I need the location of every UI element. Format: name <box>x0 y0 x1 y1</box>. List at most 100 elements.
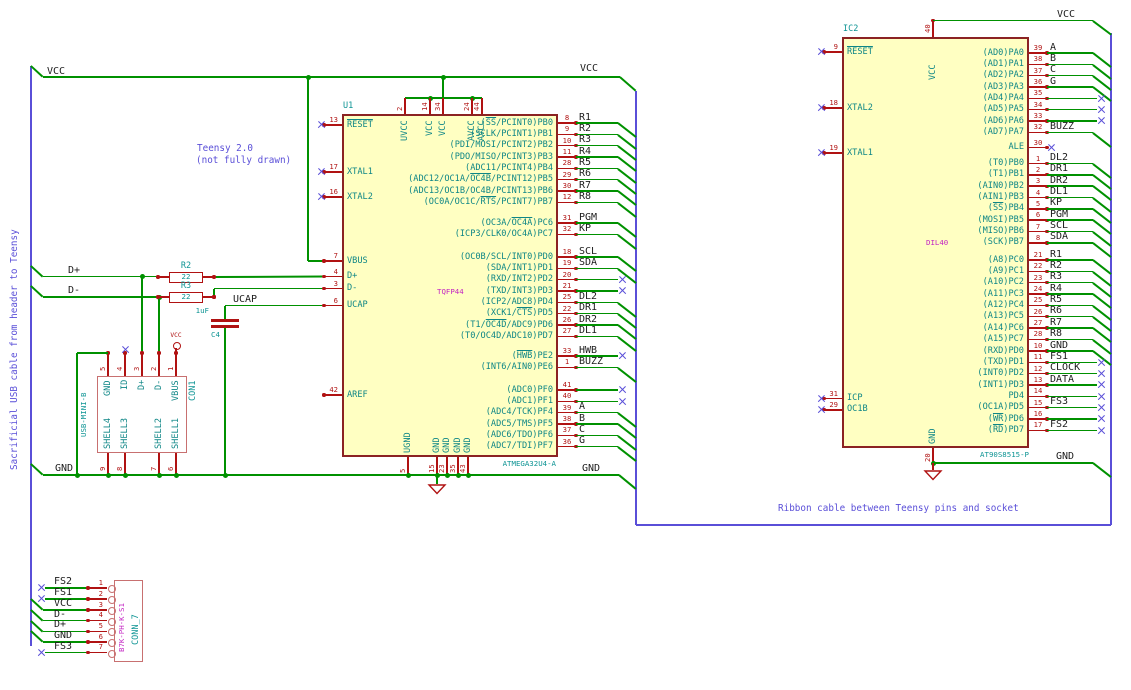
note-teensy-line1[interactable]: Teensy 2.0 <box>197 144 253 154</box>
resistor-value[interactable]: 22 <box>182 273 191 281</box>
conn7-reference[interactable]: CONN_7 <box>131 614 141 645</box>
wire[interactable] <box>576 201 618 204</box>
net-label-R5[interactable]: R5 <box>579 157 591 168</box>
net-label-R3[interactable]: R3 <box>579 135 591 145</box>
note-teensy-line2[interactable]: (not fully drawn) <box>196 156 291 166</box>
net-label-DL2[interactable]: DL2 <box>579 291 597 302</box>
net-label-GND[interactable]: GND <box>1056 452 1074 462</box>
net-label-VCC[interactable]: VCC <box>47 67 65 77</box>
wire[interactable] <box>576 233 618 236</box>
wire[interactable] <box>576 335 618 338</box>
wire[interactable] <box>76 353 78 475</box>
net-label-R8[interactable]: R8 <box>579 191 591 202</box>
net-label-FS3[interactable]: FS3 <box>54 641 72 652</box>
wire[interactable] <box>307 77 309 261</box>
net-label-HWB[interactable]: HWB <box>579 345 597 356</box>
capacitor-ref[interactable]: C4 <box>211 331 220 339</box>
net-label-VCC[interactable]: VCC <box>580 64 598 74</box>
net-label-DL2[interactable]: DL2 <box>1050 153 1068 163</box>
net-label-SDA[interactable]: SDA <box>579 257 597 268</box>
net-label-FS2[interactable]: FS2 <box>54 577 72 587</box>
ic2-footprint[interactable]: DIL40 <box>926 239 948 247</box>
net-label-SDA[interactable]: SDA <box>1050 232 1068 242</box>
wire[interactable] <box>576 389 618 391</box>
resistor-ref[interactable]: R2 <box>181 262 191 271</box>
wire[interactable] <box>1047 429 1097 432</box>
wire[interactable] <box>933 19 1093 22</box>
wire[interactable] <box>214 287 324 290</box>
wire[interactable] <box>1092 462 1112 478</box>
net-label-R2[interactable]: R2 <box>579 123 591 134</box>
wire[interactable] <box>158 297 160 353</box>
net-label-R7[interactable]: R7 <box>1050 317 1062 328</box>
resistor-ref[interactable]: R3 <box>181 282 191 291</box>
wire[interactable] <box>30 463 44 476</box>
net-label-PGM[interactable]: PGM <box>1050 209 1068 220</box>
bus-line[interactable] <box>636 523 1111 527</box>
wire[interactable] <box>1047 242 1093 244</box>
net-label-R6[interactable]: R6 <box>1050 306 1062 316</box>
net-label-DR1[interactable]: DR1 <box>579 303 597 313</box>
net-label-KP[interactable]: KP <box>579 223 591 234</box>
wire[interactable] <box>77 352 108 354</box>
wire[interactable] <box>576 366 618 369</box>
u1-value[interactable]: ATMEGA32U4-A <box>503 460 556 468</box>
wire[interactable] <box>1047 97 1097 100</box>
wire[interactable] <box>1047 384 1097 386</box>
net-label-B[interactable]: B <box>579 413 585 424</box>
ic2-reference[interactable]: IC2 <box>843 25 858 34</box>
wire[interactable] <box>30 65 44 78</box>
wire[interactable] <box>141 276 143 353</box>
net-label-D-[interactable]: D- <box>68 286 80 296</box>
wire[interactable] <box>1047 406 1097 409</box>
con1-value[interactable]: USB-MINI-B <box>79 393 88 438</box>
wire[interactable] <box>213 275 325 278</box>
wire[interactable] <box>617 366 637 382</box>
net-label-DR2[interactable]: DR2 <box>1050 175 1068 186</box>
wire[interactable] <box>1092 19 1112 35</box>
net-label-D+[interactable]: D+ <box>68 265 80 276</box>
net-label-A[interactable]: A <box>579 402 585 412</box>
wire[interactable] <box>224 328 226 475</box>
capacitor-value[interactable]: 1uF <box>196 307 209 315</box>
wire[interactable] <box>576 445 618 448</box>
wire[interactable] <box>43 474 619 476</box>
net-label-GND[interactable]: GND <box>54 631 72 641</box>
net-label-D+[interactable]: D+ <box>54 620 66 630</box>
net-label-FS1[interactable]: FS1 <box>54 588 72 598</box>
wire[interactable] <box>1047 86 1093 88</box>
wire[interactable] <box>1092 131 1112 147</box>
wire[interactable] <box>43 76 620 78</box>
conn7-value[interactable]: B7K-PH-K-S1 <box>117 603 126 652</box>
wire[interactable] <box>30 264 44 278</box>
net-label-D-[interactable]: D- <box>54 609 66 620</box>
net-label-GND[interactable]: GND <box>582 464 600 474</box>
net-label-SCL[interactable]: SCL <box>579 246 597 257</box>
wire[interactable] <box>442 77 444 98</box>
net-label-DR1[interactable]: DR1 <box>1050 164 1068 174</box>
net-label-DL1[interactable]: DL1 <box>579 325 597 336</box>
net-label-R1[interactable]: R1 <box>1050 249 1062 260</box>
net-label-GND[interactable]: GND <box>55 464 73 474</box>
bus-line[interactable] <box>1109 33 1113 525</box>
wire[interactable] <box>576 267 618 270</box>
wire[interactable] <box>1047 108 1097 111</box>
net-label-FS2[interactable]: FS2 <box>1050 419 1068 430</box>
net-label-R6[interactable]: R6 <box>579 169 591 179</box>
note-ribbon-cable[interactable]: Ribbon cable between Teensy pins and soc… <box>778 504 1019 514</box>
net-label-PGM[interactable]: PGM <box>579 212 597 223</box>
resistor-value[interactable]: 22 <box>182 293 191 301</box>
net-label-GND[interactable]: GND <box>1050 340 1068 351</box>
wire[interactable] <box>576 278 618 281</box>
net-label-R4[interactable]: R4 <box>579 146 591 157</box>
wire[interactable] <box>30 285 44 298</box>
net-label-FS1[interactable]: FS1 <box>1050 351 1068 362</box>
net-label-R7[interactable]: R7 <box>579 180 591 191</box>
net-label-R1[interactable]: R1 <box>579 112 591 123</box>
net-label-G[interactable]: G <box>1050 76 1056 87</box>
wire[interactable] <box>30 609 44 622</box>
net-label-VCC[interactable]: VCC <box>54 599 72 609</box>
net-label-R5[interactable]: R5 <box>1050 294 1062 305</box>
net-label-G[interactable]: G <box>579 436 585 446</box>
net-label-A[interactable]: A <box>1050 42 1056 53</box>
